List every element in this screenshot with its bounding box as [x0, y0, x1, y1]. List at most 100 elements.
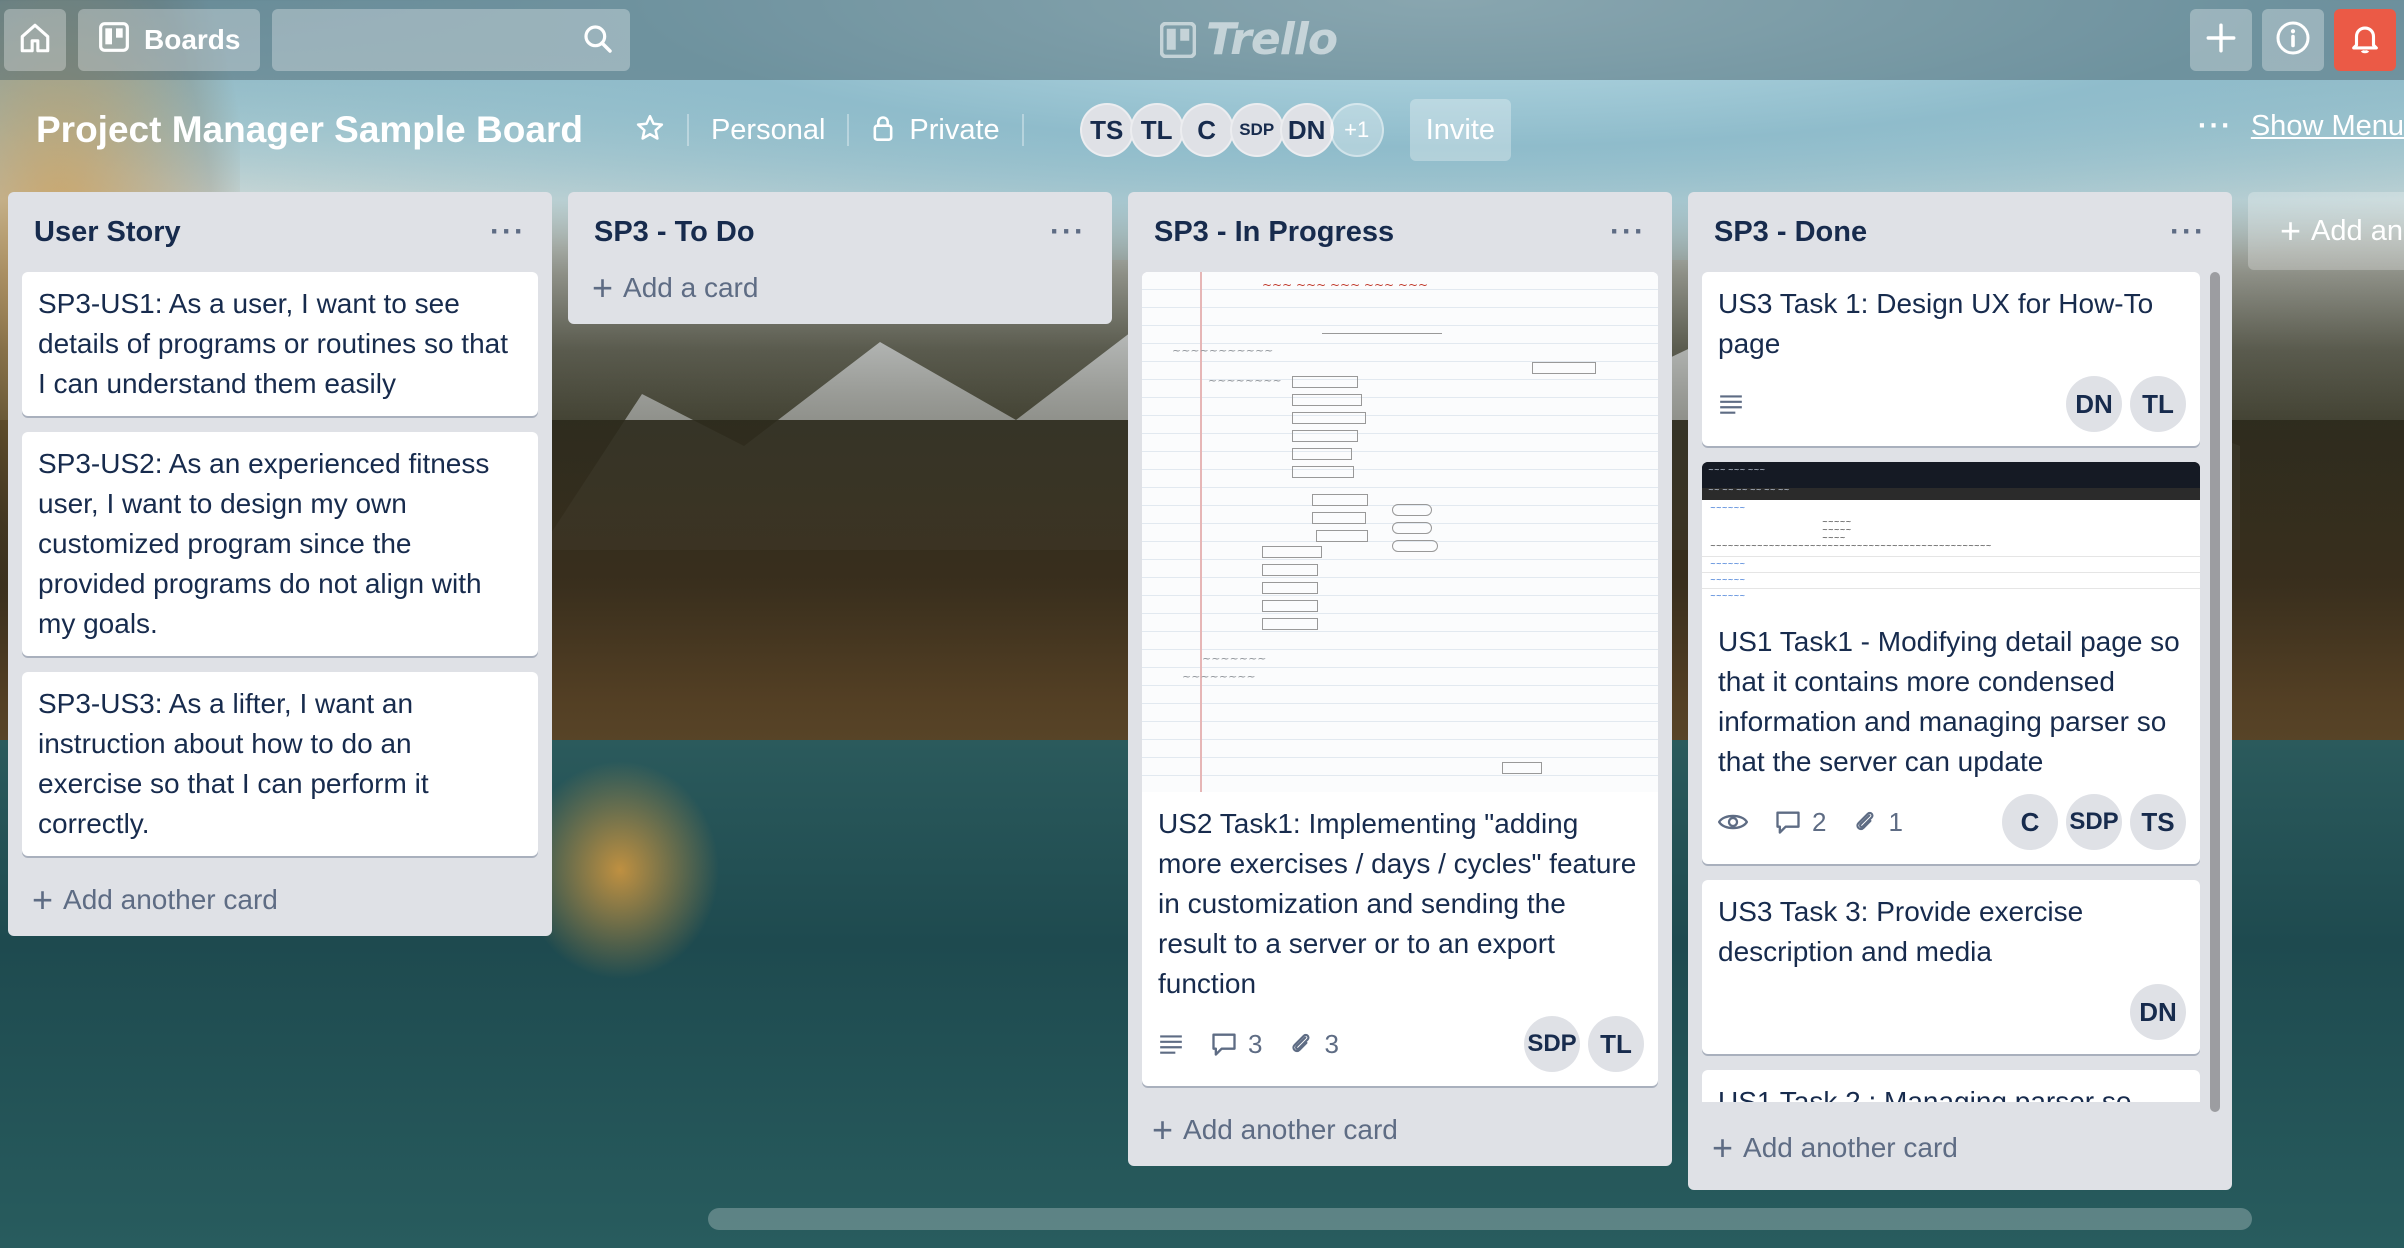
watching-badge — [1718, 811, 1748, 833]
list-scrollbar-thumb[interactable] — [2210, 272, 2220, 1112]
card-title: SP3-US1: As a user, I want to see detail… — [38, 288, 509, 399]
board-horizontal-scrollbar[interactable] — [708, 1208, 2252, 1230]
team-button[interactable]: Personal — [711, 114, 825, 147]
member-avatar[interactable]: TS — [1079, 103, 1134, 157]
plus-icon: + — [1152, 1109, 1174, 1150]
trello-logo[interactable]: Trello — [1160, 14, 1338, 65]
plus-icon: + — [1712, 1127, 1734, 1168]
member-avatar[interactable]: TS — [2130, 794, 2186, 850]
list-menu-button[interactable]: ··· — [490, 215, 526, 249]
lock-icon — [871, 114, 895, 147]
list-title[interactable]: SP3 - To Do — [594, 216, 755, 249]
home-icon — [18, 21, 52, 60]
list-scrollbar[interactable] — [2210, 272, 2220, 1112]
card[interactable]: US1 Task 2 : Managing parser so that the… — [1702, 1070, 2200, 1102]
comments-count: 2 — [1812, 806, 1827, 837]
plus-icon: + — [32, 879, 54, 920]
list-header: SP3 - Done ··· — [1702, 192, 2218, 272]
description-badge — [1158, 1033, 1184, 1055]
more-members-badge[interactable]: +1 — [1329, 103, 1384, 157]
header-divider — [1021, 114, 1024, 146]
add-card-button[interactable]: + Add another card — [1702, 1120, 1968, 1176]
member-avatar[interactable]: TL — [1588, 1016, 1644, 1072]
card-title: US3 Task 1: Design UX for How-To page — [1718, 288, 2154, 359]
add-list-button[interactable]: + Add another list — [2248, 192, 2404, 270]
card-title: SP3-US2: As an experienced fitness user,… — [38, 448, 490, 639]
search-input[interactable] — [272, 9, 631, 71]
card-title: US1 Task 2 : Managing parser so that the… — [1718, 1086, 2132, 1102]
create-button[interactable] — [2190, 9, 2252, 71]
list-cards-scroll[interactable]: US3 Task 1: Design UX for How-To page DN… — [1702, 272, 2200, 1102]
description-badge — [1718, 393, 1744, 415]
list-sp3-to-do: SP3 - To Do ··· + Add a card — [568, 192, 1112, 324]
paperclip-icon — [1292, 1033, 1310, 1053]
board-title[interactable]: Project Manager Sample Board — [36, 109, 583, 151]
card[interactable]: US3 Task 3: Provide exercise description… — [1702, 880, 2200, 1054]
boards-button[interactable]: Boards — [78, 9, 261, 71]
card[interactable]: US3 Task 1: Design UX for How-To page DN… — [1702, 272, 2200, 446]
card[interactable]: ~~~ ~~~ ~~~ ~~~ ~~~ ~~~~~~~~~~~ ~~~~~~~~ — [1142, 272, 1658, 1086]
add-card-label: Add a card — [623, 272, 759, 303]
info-button[interactable] — [2262, 9, 2324, 71]
visibility-button[interactable]: Private — [909, 114, 999, 147]
add-list-label: Add another list — [2311, 214, 2404, 247]
notifications-button[interactable] — [2334, 9, 2396, 71]
member-avatar[interactable]: DN — [2066, 376, 2122, 432]
list-menu-button[interactable]: ··· — [2170, 215, 2206, 249]
attachments-count: 1 — [1888, 806, 1903, 837]
list-title[interactable]: User Story — [34, 216, 181, 249]
top-navigation-bar: Boards Trello — [0, 0, 2404, 80]
header-divider — [686, 114, 689, 146]
comments-badge: 2 — [1774, 807, 1826, 838]
home-button[interactable] — [4, 9, 66, 71]
comments-badge: 3 — [1210, 1029, 1262, 1060]
add-card-button[interactable]: + Add another card — [22, 872, 538, 928]
invite-button[interactable]: Invite — [1409, 99, 1512, 161]
boards-label: Boards — [144, 24, 241, 55]
member-avatar[interactable]: SDP — [1229, 103, 1284, 157]
card-badges: DN — [1702, 984, 2200, 1054]
star-icon[interactable] — [635, 113, 665, 148]
card-badges: DN TL — [1702, 376, 2200, 446]
screenshot-image: ~~~ ~~~ ~~~ ~~ ~~ ~~ ~~ ~~ ~~ ~~~~~~ ~~~… — [1702, 462, 2200, 610]
bell-icon — [2348, 21, 2382, 60]
member-avatar[interactable]: C — [1179, 103, 1234, 157]
list-sp3-in-progress: SP3 - In Progress ··· ~~~ ~~~ ~~~ ~~~ ~~… — [1128, 192, 1672, 1166]
list-title[interactable]: SP3 - Done — [1714, 216, 1867, 249]
member-avatar[interactable]: C — [2002, 794, 2058, 850]
card[interactable]: SP3-US1: As a user, I want to see detail… — [22, 272, 538, 416]
card-title: US3 Task 3: Provide exercise description… — [1718, 896, 2084, 967]
list-header: SP3 - In Progress ··· — [1142, 192, 1658, 272]
card[interactable]: SP3-US3: As a lifter, I want an instruct… — [22, 672, 538, 856]
member-avatar[interactable]: SDP — [1524, 1016, 1580, 1072]
trello-logo-icon — [1160, 21, 1196, 58]
list-title[interactable]: SP3 - In Progress — [1154, 216, 1394, 249]
info-icon — [2275, 20, 2311, 61]
add-card-button[interactable]: + Add a card — [582, 260, 1098, 316]
card-members: DN — [2130, 984, 2186, 1040]
show-menu[interactable]: ··· Show Menu — [2198, 110, 2404, 143]
card[interactable]: ~~~ ~~~ ~~~ ~~ ~~ ~~ ~~ ~~ ~~ ~~~~~~ ~~~… — [1702, 462, 2200, 864]
card-title: SP3-US3: As a lifter, I want an instruct… — [38, 688, 429, 839]
list-menu-button[interactable]: ··· — [1610, 215, 1646, 249]
menu-dots-icon: ··· — [2197, 110, 2233, 142]
search-bar[interactable] — [272, 9, 631, 71]
add-card-button[interactable]: + Add another card — [1142, 1102, 1658, 1158]
member-avatar[interactable]: DN — [1279, 103, 1334, 157]
show-menu-link[interactable]: Show Menu — [2251, 110, 2404, 143]
member-avatar[interactable]: SDP — [2066, 794, 2122, 850]
member-avatar[interactable]: DN — [2130, 984, 2186, 1040]
list-menu-button[interactable]: ··· — [1050, 215, 1086, 249]
search-icon[interactable] — [582, 23, 614, 60]
card[interactable]: SP3-US2: As an experienced fitness user,… — [22, 432, 538, 656]
card-cover-image: ~~~ ~~~ ~~~ ~~ ~~ ~~ ~~ ~~ ~~ ~~~~~~ ~~~… — [1702, 462, 2200, 610]
eye-icon — [1718, 814, 1748, 830]
add-card-label: Add another card — [1743, 1132, 1958, 1163]
member-avatar[interactable]: TL — [1129, 103, 1184, 157]
attachments-badge: 1 — [1852, 806, 1903, 838]
card-members: C SDP TS — [2002, 794, 2186, 850]
attachments-count: 3 — [1324, 1028, 1339, 1059]
comment-icon — [1776, 811, 1800, 834]
member-avatar[interactable]: TL — [2130, 376, 2186, 432]
card-members: DN TL — [2066, 376, 2186, 432]
